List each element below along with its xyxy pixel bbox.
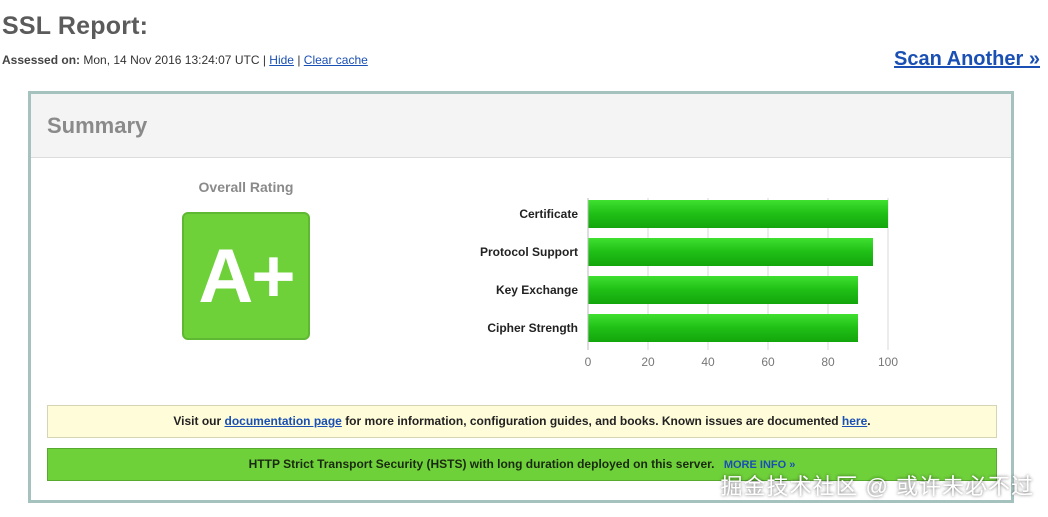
- category-label: Cipher Strength: [487, 321, 578, 335]
- documentation-notice: Visit our documentation page for more in…: [47, 405, 997, 438]
- separator: |: [262, 53, 266, 67]
- notice-suffix: .: [867, 414, 871, 428]
- bar-certificate: [588, 200, 888, 228]
- category-label: Certificate: [519, 207, 578, 221]
- assessed-date: Mon, 14 Nov 2016 13:24:07 UTC: [83, 53, 260, 67]
- x-tick-label: 80: [821, 355, 835, 369]
- score-chart: 0 20 40 60 80 100 Certificate Protocol Support K…: [480, 198, 898, 369]
- clear-cache-link[interactable]: Clear cache: [304, 53, 368, 67]
- grade-badge: A+: [182, 212, 310, 340]
- bar-cipher-strength: [588, 314, 858, 342]
- watermark: 掘金技术社区 @ 或许未必不过: [720, 474, 1034, 499]
- summary-panel: Summary Overall Rating A+ 0 20 40 60 80 100 Ce…: [28, 91, 1014, 503]
- hsts-text: HTTP Strict Transport Security (HSTS) wi…: [248, 457, 715, 471]
- overall-rating-label: Overall Rating: [198, 179, 294, 195]
- category-label: Key Exchange: [496, 283, 578, 297]
- notice-prefix: Visit our: [173, 414, 222, 428]
- x-tick-label: 100: [878, 355, 898, 369]
- known-issues-here-link[interactable]: here: [842, 414, 867, 428]
- notice-middle: for more information, configuration guid…: [345, 414, 839, 428]
- documentation-page-link[interactable]: documentation page: [225, 414, 342, 428]
- summary-header: Summary: [31, 94, 1011, 158]
- hide-link[interactable]: Hide: [269, 53, 294, 67]
- assessed-line: Assessed on: Mon, 14 Nov 2016 13:24:07 U…: [2, 53, 368, 67]
- separator: |: [297, 53, 301, 67]
- assessed-label: Assessed on:: [2, 53, 81, 67]
- x-tick-label: 40: [701, 355, 715, 369]
- summary-title: Summary: [47, 113, 148, 138]
- x-tick-label: 60: [761, 355, 775, 369]
- bar-key-exchange: [588, 276, 858, 304]
- page-title: SSL Report:: [2, 12, 149, 40]
- category-label: Protocol Support: [480, 245, 578, 259]
- scan-another-link[interactable]: Scan Another »: [894, 48, 1040, 71]
- x-tick-label: 20: [641, 355, 655, 369]
- bar-protocol-support: [588, 238, 873, 266]
- x-tick-label: 0: [585, 355, 592, 369]
